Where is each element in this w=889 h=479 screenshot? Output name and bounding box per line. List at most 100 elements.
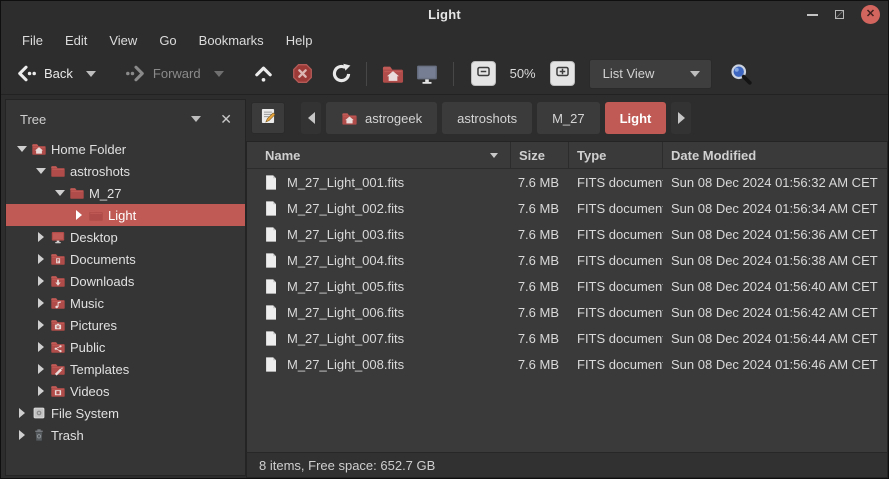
file-name-cell: M_27_Light_006.fits [247,304,511,321]
view-mode-select[interactable]: List View [588,58,712,89]
tree-expander-icon[interactable] [16,430,27,440]
desktop-icon [50,229,66,245]
back-button[interactable]: Back [11,59,78,89]
menu-bookmarks[interactable]: Bookmarks [188,30,275,51]
tree-item-documents[interactable]: Documents [6,248,245,270]
tree-item-label: Trash [51,427,84,443]
tree-expander-icon[interactable] [35,276,46,286]
tree-item-desktop[interactable]: Desktop [6,226,245,248]
file-size-cell: 7.6 MB [517,226,559,242]
forward-label: Forward [152,66,201,81]
edit-path-button[interactable] [251,102,285,134]
tree-expander-icon[interactable] [35,168,46,174]
file-date-cell: Sun 08 Dec 2024 01:56:32 AM CET [671,174,878,190]
stop-button[interactable] [287,59,318,89]
document-icon [263,356,279,373]
tree-item-pictures[interactable]: Pictures [6,314,245,336]
file-type-cell: FITS document [577,200,663,216]
file-row-m-27-light-001-fits[interactable]: M_27_Light_001.fits 7.6 MB FITS document… [247,169,887,195]
tree-expander-icon[interactable] [35,320,46,330]
zoom-out-button[interactable] [470,61,496,86]
breadcrumbs: astrogeek astroshots M_27 Light [326,102,667,134]
tree-item-astroshots[interactable]: astroshots [6,160,245,182]
tree-item-videos[interactable]: Videos [6,380,245,402]
tree-expander-icon[interactable] [16,146,27,152]
tree-item-file-system[interactable]: File System [6,402,245,424]
breadcrumb-scroll-left-button[interactable] [301,102,321,134]
breadcrumb-m-27[interactable]: M_27 [537,102,600,134]
file-type-cell: FITS document [577,278,663,294]
file-type-cell: FITS document [577,356,663,372]
tree-expander-icon[interactable] [54,190,65,196]
file-row-m-27-light-004-fits[interactable]: M_27_Light_004.fits 7.6 MB FITS document… [247,247,887,273]
file-row-m-27-light-003-fits[interactable]: M_27_Light_003.fits 7.6 MB FITS document… [247,221,887,247]
column-header-type[interactable]: Type [569,142,663,168]
chevron-right-icon [677,112,685,124]
minimize-icon[interactable] [807,13,818,16]
tree-expander-icon[interactable] [35,298,46,308]
tree-expander-icon[interactable] [35,364,46,374]
breadcrumb-scroll-right-button[interactable] [671,102,692,134]
file-row-m-27-light-008-fits[interactable]: M_27_Light_008.fits 7.6 MB FITS document… [247,351,887,377]
edit-path-icon [259,107,277,130]
tree-item-label: Desktop [70,229,118,245]
tree-item-home-folder[interactable]: Home Folder [6,138,245,160]
tree-item-music[interactable]: Music [6,292,245,314]
home-button[interactable] [376,59,410,89]
desktop-button[interactable] [410,59,444,89]
file-size-cell: 7.6 MB [517,174,559,190]
file-rows: M_27_Light_001.fits 7.6 MB FITS document… [247,169,887,452]
tree-expander-icon[interactable] [35,232,46,242]
close-icon[interactable]: ✕ [861,5,880,24]
search-icon [729,62,753,86]
forward-button[interactable]: Forward [120,59,206,89]
tree-item-templates[interactable]: Templates [6,358,245,380]
zoom-in-button[interactable] [549,61,575,86]
column-header-size[interactable]: Size [511,142,569,168]
search-button[interactable] [724,59,758,89]
menu-file[interactable]: File [11,30,54,51]
tree-item-label: M_27 [89,185,122,201]
tree-item-label: Public [70,339,106,355]
breadcrumb-astrogeek[interactable]: astrogeek [326,102,438,134]
reload-button[interactable] [326,59,357,89]
menu-go[interactable]: Go [148,30,187,51]
window-title: Light [428,7,461,22]
file-row-m-27-light-002-fits[interactable]: M_27_Light_002.fits 7.6 MB FITS document… [247,195,887,221]
tree-item-m-27[interactable]: M_27 [6,182,245,204]
tree-expander-icon[interactable] [73,210,84,220]
tree-expander-icon[interactable] [35,254,46,264]
tree-item-label: Videos [70,383,110,399]
tree-item-light[interactable]: Light [6,204,245,226]
file-row-m-27-light-006-fits[interactable]: M_27_Light_006.fits 7.6 MB FITS document… [247,299,887,325]
column-header-name[interactable]: Name [247,142,511,168]
maximize-icon[interactable] [835,10,844,19]
menu-view[interactable]: View [98,30,148,51]
file-manager-window: Light ✕ File Edit View Go Bookmarks Help Back… [0,0,889,479]
folder-icon [50,163,66,179]
back-history-dropdown[interactable] [78,59,104,89]
file-date-cell: Sun 08 Dec 2024 01:56:44 AM CET [671,330,878,346]
file-date-cell: Sun 08 Dec 2024 01:56:42 AM CET [671,304,878,320]
tree-expander-icon[interactable] [35,342,46,352]
file-date-cell: Sun 08 Dec 2024 01:56:40 AM CET [671,278,878,294]
up-button[interactable] [248,59,279,89]
tree-expander-icon[interactable] [16,408,27,418]
document-icon [263,278,279,295]
refresh-icon [331,63,352,84]
tree-item-label: Pictures [70,317,117,333]
forward-history-dropdown[interactable] [206,59,232,89]
tree-item-trash[interactable]: Trash [6,424,245,446]
file-row-m-27-light-007-fits[interactable]: M_27_Light_007.fits 7.6 MB FITS document… [247,325,887,351]
tree-item-downloads[interactable]: Downloads [6,270,245,292]
file-row-m-27-light-005-fits[interactable]: M_27_Light_005.fits 7.6 MB FITS document… [247,273,887,299]
breadcrumb-astroshots[interactable]: astroshots [442,102,533,134]
menu-edit[interactable]: Edit [54,30,98,51]
breadcrumb-light[interactable]: Light [604,102,667,134]
column-header-date-modified[interactable]: Date Modified [663,142,887,168]
sidebar-close-icon[interactable]: ✕ [220,112,232,126]
tree-item-public[interactable]: Public [6,336,245,358]
sidebar-mode-dropdown[interactable]: Tree ✕ [6,100,245,138]
menu-help[interactable]: Help [275,30,324,51]
tree-expander-icon[interactable] [35,386,46,396]
